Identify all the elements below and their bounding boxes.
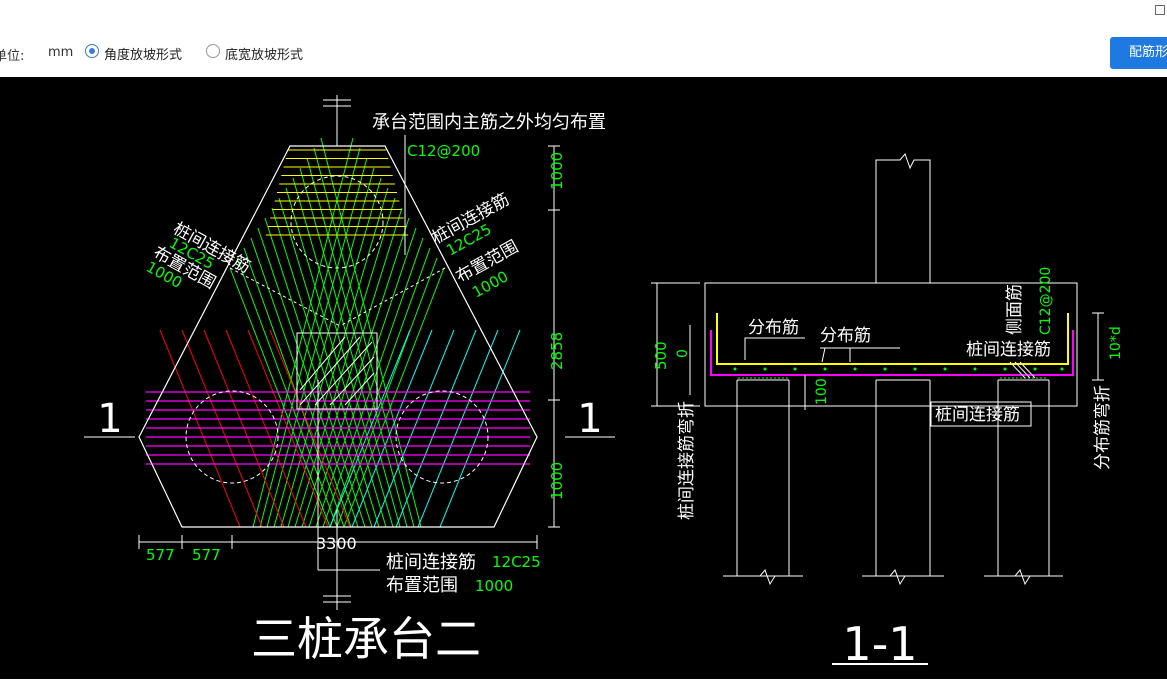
section-pile-middle	[875, 380, 931, 586]
maximize-icon[interactable]	[1155, 5, 1165, 15]
dim-middle: 2858	[548, 332, 566, 370]
label-pile-conn-1: 桩间连接筋	[966, 340, 1051, 360]
dim-b2: 577	[192, 546, 221, 564]
section-rebar-dots	[733, 367, 1064, 371]
plan-view: 1 1 承台范围内主筋之外均匀布置 C12@200 桩间连接筋 12C25 布置…	[84, 95, 615, 666]
label-side-rebar: 侧面筋	[1005, 284, 1025, 335]
section-title: 1-1	[842, 617, 917, 671]
label-side-spec: C12@200	[1038, 267, 1054, 335]
drawing-svg: 1 1 承台范围内主筋之外均匀布置 C12@200 桩间连接筋 12C25 布置…	[84, 95, 1124, 671]
label-pile-conn-2: 桩间连接筋	[935, 405, 1020, 425]
pile-circle-top	[290, 175, 384, 269]
note-top-spec: C12@200	[407, 142, 480, 160]
dim-500: 500	[652, 341, 670, 370]
radio-width-slope[interactable]	[206, 44, 220, 58]
dim-bottom: 1000	[548, 462, 566, 500]
dim-0: 0	[675, 349, 691, 358]
label-bottom-range-label: 布置范围	[386, 575, 458, 596]
unit-value: mm	[48, 45, 74, 60]
label-bottom-spec: 12C25	[492, 553, 541, 571]
dim-top: 1000	[548, 152, 566, 190]
dim-10d: 10*d	[1108, 326, 1124, 360]
section-column	[875, 153, 931, 283]
section-view: 分布筋 分布筋 侧面筋 C12@200 桩间连接筋 桩间连接筋 500 0 桩间…	[651, 153, 1124, 671]
plan-title: 三桩承台二	[251, 612, 481, 666]
cad-drawing-canvas: 1 1 承台范围内主筋之外均匀布置 C12@200 桩间连接筋 12C25 布置…	[0, 77, 1167, 679]
label-bottom-pile-conn: 桩间连接筋	[386, 552, 476, 573]
label-distribution-1: 分布筋	[748, 318, 799, 338]
radio-width-slope-label[interactable]: 底宽放坡形式	[225, 44, 303, 63]
label-distribution-2: 分布筋	[820, 326, 871, 346]
unit-label: 单位:	[0, 49, 25, 64]
label-bottom-range: 1000	[475, 577, 513, 595]
section-mark-left: 1	[97, 396, 122, 442]
radio-angle-slope-label[interactable]: 角度放坡形式	[104, 44, 182, 63]
radio-angle-slope[interactable]	[85, 44, 99, 58]
section-mark-right: 1	[577, 396, 602, 442]
magenta-rebar-hatch	[146, 391, 530, 465]
label-bend-right: 分布筋弯折	[1093, 385, 1113, 470]
yellow-rebar-hatch	[265, 149, 409, 236]
dim-total: 3300	[316, 534, 357, 553]
options-toolbar: 单位: mm 角度放坡形式 底宽放坡形式 配筋形	[0, 0, 1167, 76]
dim-b1: 577	[146, 546, 175, 564]
section-pile-left	[736, 380, 790, 586]
label-bend-left: 桩间连接筋弯折	[677, 401, 697, 520]
note-top: 承台范围内主筋之外均匀布置	[372, 112, 606, 133]
rebar-form-button[interactable]: 配筋形	[1110, 37, 1167, 69]
dim-100: 100	[814, 378, 830, 405]
